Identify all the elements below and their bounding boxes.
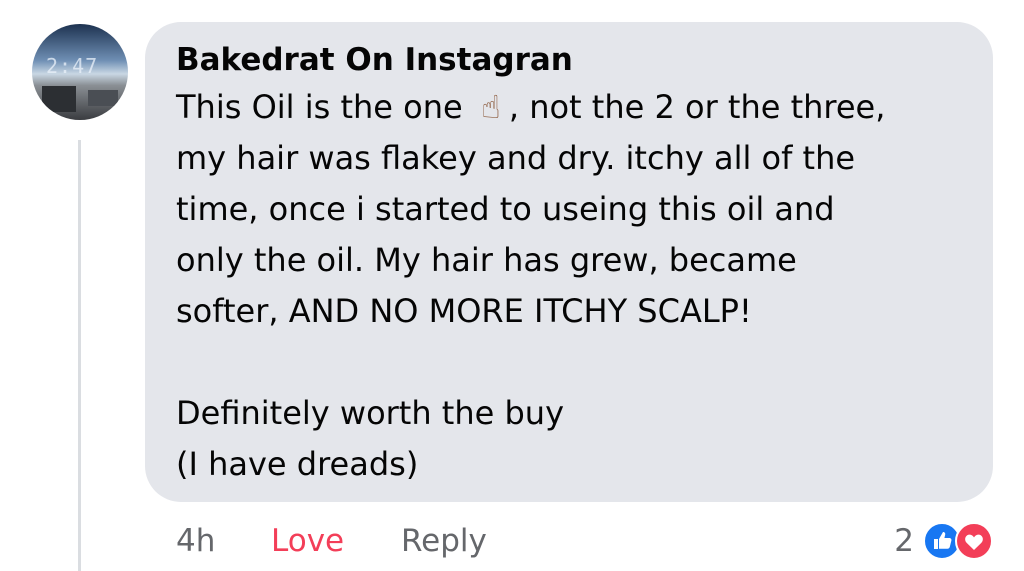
reaction-icons xyxy=(922,521,994,561)
comment-line-text: This Oil is the one xyxy=(176,88,473,126)
comment-body: This Oil is the one ☝, not the 2 or the … xyxy=(176,82,976,490)
comment-timestamp[interactable]: 4h xyxy=(176,523,271,559)
comment-line-text: , not the 2 or the three, xyxy=(508,88,886,126)
comment-line: This Oil is the one ☝, not the 2 or the … xyxy=(176,82,976,133)
index-pointing-up-icon: ☝ xyxy=(481,88,501,126)
comment-bubble: Bakedrat On Instagran This Oil is the on… xyxy=(145,22,993,502)
comment-line: Definitely worth the buy xyxy=(176,394,565,432)
comment-line: only the oil. My hair has grew, became xyxy=(176,241,797,279)
comment-blank-line xyxy=(176,337,976,388)
comment-line: time, once i started to useing this oil … xyxy=(176,190,835,228)
love-reaction-button[interactable]: Love xyxy=(271,523,401,559)
reply-button[interactable]: Reply xyxy=(401,523,487,559)
comment-actions: 4h Love Reply xyxy=(176,518,487,564)
thread-line xyxy=(78,140,81,571)
love-icon xyxy=(955,522,993,560)
comment-author[interactable]: Bakedrat On Instagran xyxy=(176,40,993,80)
comment-line: softer, AND NO MORE ITCHY SCALP! xyxy=(176,292,752,330)
avatar-clock-text: 2:47 xyxy=(46,54,99,78)
avatar-building xyxy=(88,90,118,106)
reaction-summary[interactable]: 2 xyxy=(894,518,994,564)
comment-line: (I have dreads) xyxy=(176,445,419,483)
avatar-building xyxy=(42,86,76,112)
reaction-count: 2 xyxy=(894,523,914,559)
avatar[interactable]: 2:47 xyxy=(32,24,128,120)
comment-line: my hair was flakey and dry. itchy all of… xyxy=(176,139,856,177)
